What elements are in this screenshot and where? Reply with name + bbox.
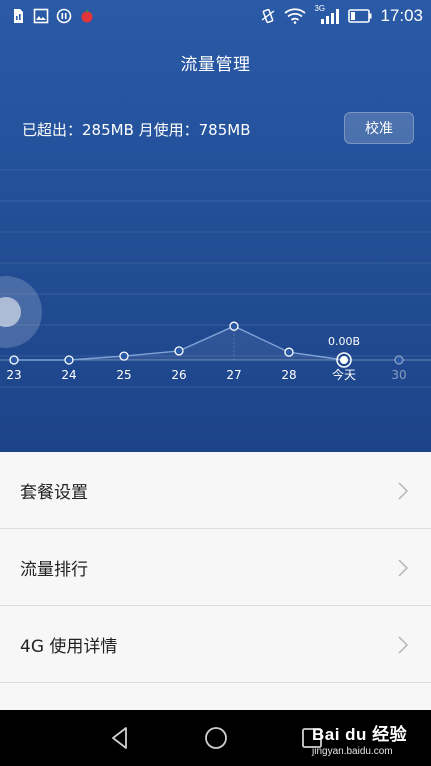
page-title: 流量管理 <box>180 55 251 75</box>
usage-chart: 23 24 25 26 27 28 今天 30 0.00B <box>0 169 431 388</box>
x-tick-label: 今天 <box>332 367 356 382</box>
traffic-header-panel: 3G 17:03 流量管理 已超出：285MB 月使用：785MB 校准 23 2… <box>0 0 431 452</box>
x-tick-label: 23 <box>6 368 21 382</box>
data-point <box>64 355 74 365</box>
chevron-right-icon <box>398 482 409 500</box>
settings-list: 套餐设置 流量排行 4G 使用详情 <box>0 452 431 710</box>
status-bar: 3G 17:03 <box>0 0 431 34</box>
wifi-icon <box>284 8 307 24</box>
data-point <box>9 355 19 365</box>
calibrate-button[interactable]: 校准 <box>344 112 414 144</box>
pause-icon <box>56 8 72 24</box>
x-tick-label: 24 <box>61 368 76 382</box>
x-tick-label: 25 <box>116 368 131 382</box>
signal-icon: 3G <box>314 4 340 25</box>
x-tick-label: 26 <box>171 368 186 382</box>
red-app-icon <box>81 9 93 23</box>
image-icon <box>33 8 49 24</box>
list-item-traffic-ranking[interactable]: 流量排行 <box>0 529 431 606</box>
vibrate-icon <box>262 8 275 24</box>
data-point <box>229 321 239 331</box>
usage-summary: 已超出：285MB 月使用：785MB <box>22 121 251 139</box>
watermark-logo: Bai du 经验 <box>312 725 408 744</box>
battery-icon <box>348 9 372 23</box>
back-icon[interactable] <box>106 724 134 752</box>
list-item-label: 套餐设置 <box>20 482 88 503</box>
watermark-url: jingyan.baidu.com <box>312 746 393 757</box>
list-item-label: 流量排行 <box>20 559 88 580</box>
x-tick-label: 30 <box>391 368 406 382</box>
data-point <box>340 356 348 364</box>
x-tick-label: 28 <box>281 368 296 382</box>
list-item-4g-usage-details[interactable]: 4G 使用详情 <box>0 606 431 683</box>
list-item-plan-settings[interactable]: 套餐设置 <box>0 452 431 529</box>
selected-value-label: 0.00B <box>328 335 360 348</box>
x-tick-label: 27 <box>226 368 241 382</box>
data-point <box>284 347 294 357</box>
watermark: Bai du 经验 jingyan.baidu.com <box>312 720 422 758</box>
sim-alert-icon <box>14 9 23 23</box>
data-point <box>394 355 404 365</box>
floating-assist-dot <box>0 297 21 327</box>
chevron-right-icon <box>398 559 409 577</box>
list-item-label: 4G 使用详情 <box>20 636 118 657</box>
clock: 17:03 <box>380 6 423 25</box>
data-point <box>174 346 184 356</box>
data-point <box>119 351 129 361</box>
chevron-right-icon <box>398 636 409 654</box>
home-icon[interactable] <box>202 724 230 752</box>
